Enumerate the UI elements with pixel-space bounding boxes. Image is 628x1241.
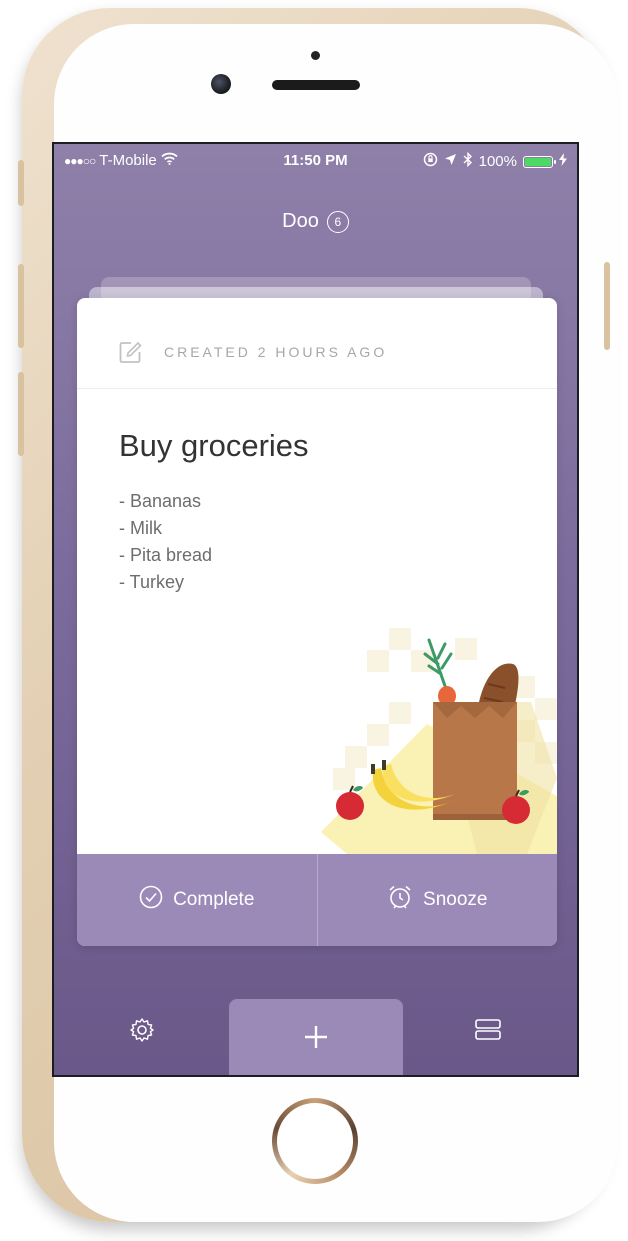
complete-label: Complete [173,889,255,910]
front-camera [211,74,231,94]
app-title: Doo 6 [54,210,577,233]
snooze-label: Snooze [423,889,488,910]
created-label: CREATED 2 HOURS AGO [164,344,388,360]
list-item: - Pita bread [119,545,213,565]
power-button [604,262,610,350]
card-actions: Complete Snooze [77,854,557,946]
alarm-clock-icon [387,884,413,916]
plus-icon [303,1024,329,1054]
charging-icon [559,153,567,170]
battery-icon [523,155,556,168]
edit-icon[interactable] [119,341,142,368]
battery-percent: 100% [478,153,517,170]
mute-switch [18,160,24,206]
task-title[interactable]: Buy groceries [119,428,309,464]
snooze-button[interactable]: Snooze [318,854,558,946]
home-button[interactable] [272,1098,358,1184]
task-notes: - Bananas - Milk - Pita bread - Turkey [119,488,212,596]
location-arrow-icon [444,153,457,170]
volume-up-button [18,264,24,348]
settings-button[interactable] [126,1016,158,1048]
check-circle-icon [139,885,163,915]
volume-down-button [18,372,24,456]
app-screen: ●●●○○ T-Mobile 11:50 PM 100% Doo 6 CREAT… [52,142,579,1077]
task-card[interactable]: CREATED 2 HOURS AGO Buy groceries - Bana… [77,298,557,946]
proximity-sensor [311,51,320,60]
groceries-illustration [321,628,557,854]
status-bar: ●●●○○ T-Mobile 11:50 PM 100% [54,144,577,178]
list-item: - Bananas [119,491,202,511]
bottom-bar [54,994,577,1075]
complete-button[interactable]: Complete [77,854,317,946]
list-item: - Milk [119,518,162,538]
add-task-button[interactable] [229,999,403,1075]
list-item: - Turkey [119,572,185,592]
card-header: CREATED 2 HOURS AGO [77,298,557,389]
app-name: Doo [282,210,319,232]
task-count-badge: 6 [326,210,349,233]
gear-icon [129,1017,155,1047]
bluetooth-icon [463,151,473,171]
rotation-lock-icon [423,152,438,171]
earpiece-speaker [272,80,360,90]
list-icon [474,1018,502,1046]
list-view-button[interactable] [472,1016,504,1048]
